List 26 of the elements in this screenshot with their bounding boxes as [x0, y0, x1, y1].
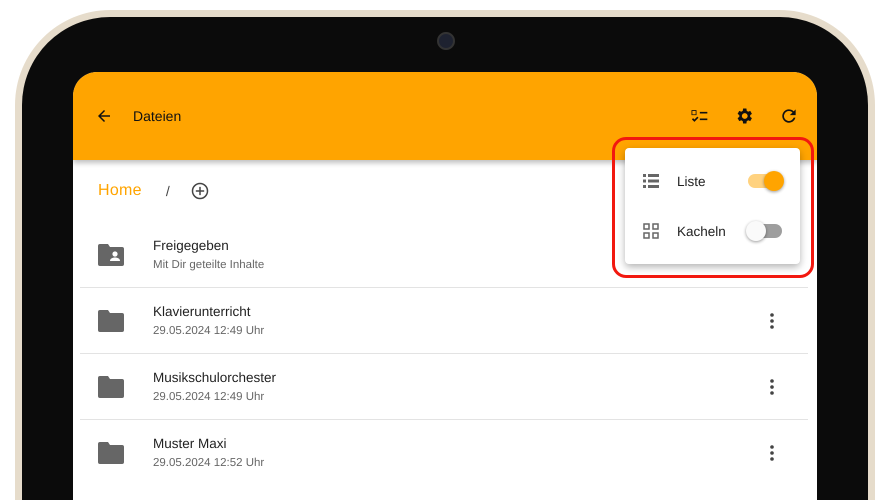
folder-icon: [98, 442, 124, 464]
more-icon: [770, 378, 774, 394]
home-link[interactable]: Home: [98, 182, 142, 200]
breadcrumb-separator: /: [166, 183, 170, 199]
add-icon: [190, 181, 210, 201]
menu-item-label: Liste: [677, 174, 707, 188]
toggle-switch[interactable]: [748, 224, 782, 238]
folder-subtitle: 29.05.2024 12:49 Uhr: [153, 391, 266, 403]
app-title: Dateien: [133, 108, 182, 124]
folder-subtitle: 29.05.2024 12:49 Uhr: [153, 325, 266, 337]
folder-name: Freigegeben: [153, 238, 230, 253]
menu-item-label: Kacheln: [677, 224, 727, 238]
folder-name: Klavierunterricht: [153, 304, 252, 319]
camera-icon: [437, 32, 455, 50]
folder-subtitle: Mit Dir geteilte Inhalte: [153, 259, 266, 271]
grid-icon: [643, 223, 659, 239]
folder-name: Musikschulorchester: [153, 370, 278, 385]
folder-subtitle: 29.05.2024 12:52 Uhr: [153, 457, 266, 469]
shared-folder-icon: [98, 244, 124, 266]
more-icon: [770, 312, 774, 328]
list-icon: [643, 174, 659, 188]
toggle-switch[interactable]: [748, 174, 782, 188]
folder-icon: [98, 376, 124, 398]
folder-name: Muster Maxi: [153, 436, 228, 451]
folder-icon: [98, 310, 124, 332]
more-icon: [770, 444, 774, 460]
